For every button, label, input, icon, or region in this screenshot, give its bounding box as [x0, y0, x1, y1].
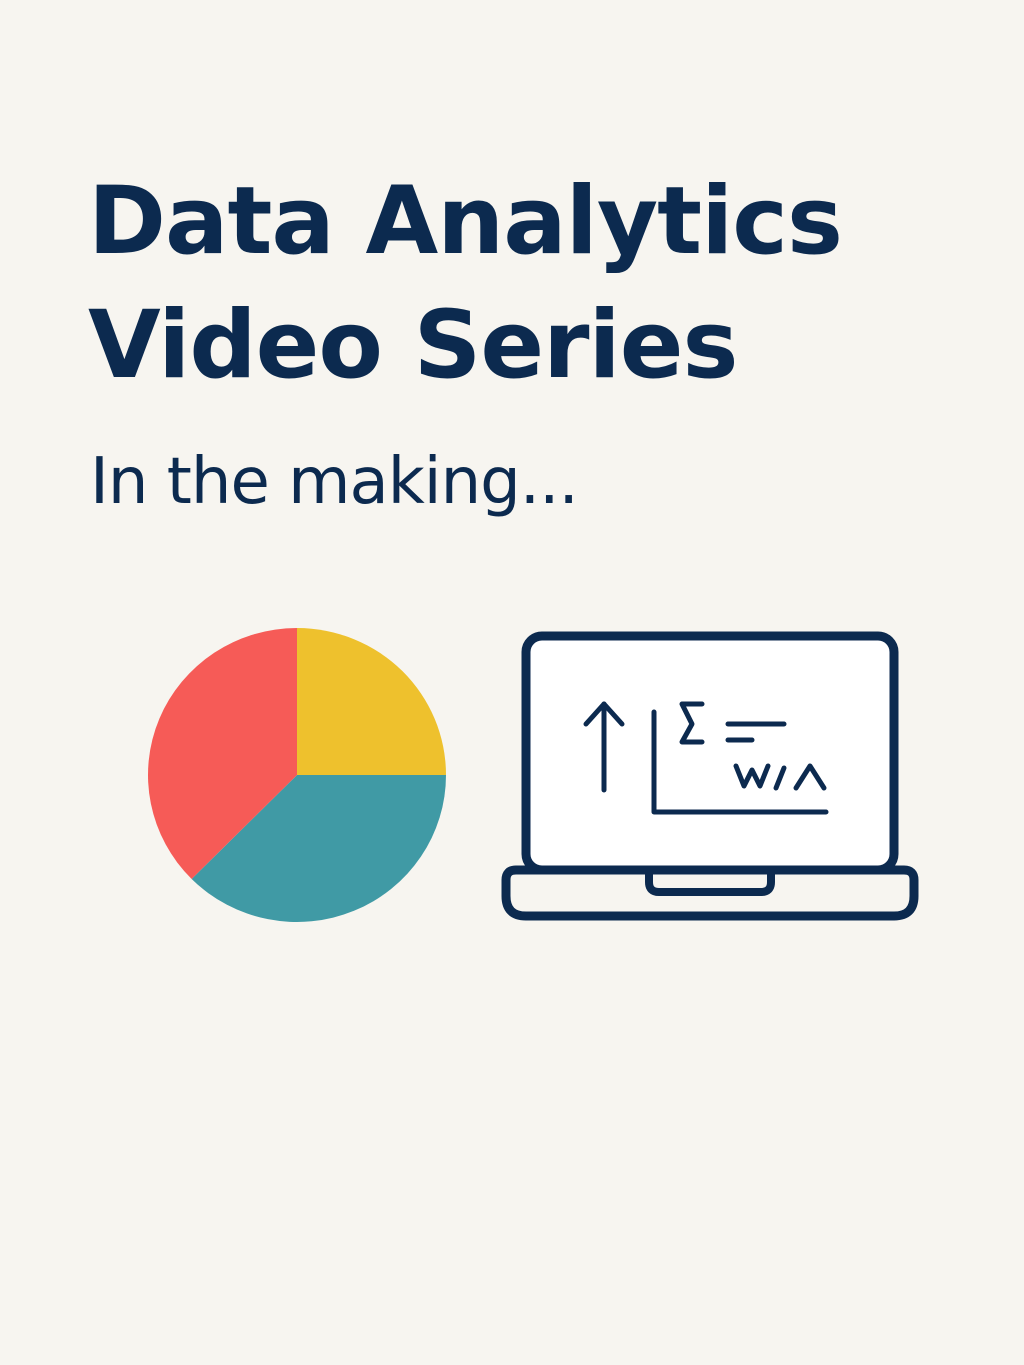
- subtitle: In the making...: [90, 445, 579, 519]
- page-title: Data Analytics Video Series: [88, 160, 843, 408]
- pie-slice-yellow: [297, 628, 446, 775]
- laptop-icon: [501, 631, 919, 921]
- title-line-2: Video Series: [88, 291, 738, 400]
- title-line-1: Data Analytics: [88, 167, 843, 276]
- pie-chart-icon: [148, 628, 446, 922]
- laptop-trackpad-notch: [645, 872, 775, 896]
- poster: Data Analytics Video Series In the makin…: [0, 0, 1024, 1365]
- laptop-screen-frame: [521, 631, 899, 875]
- pie-slices: [148, 628, 446, 922]
